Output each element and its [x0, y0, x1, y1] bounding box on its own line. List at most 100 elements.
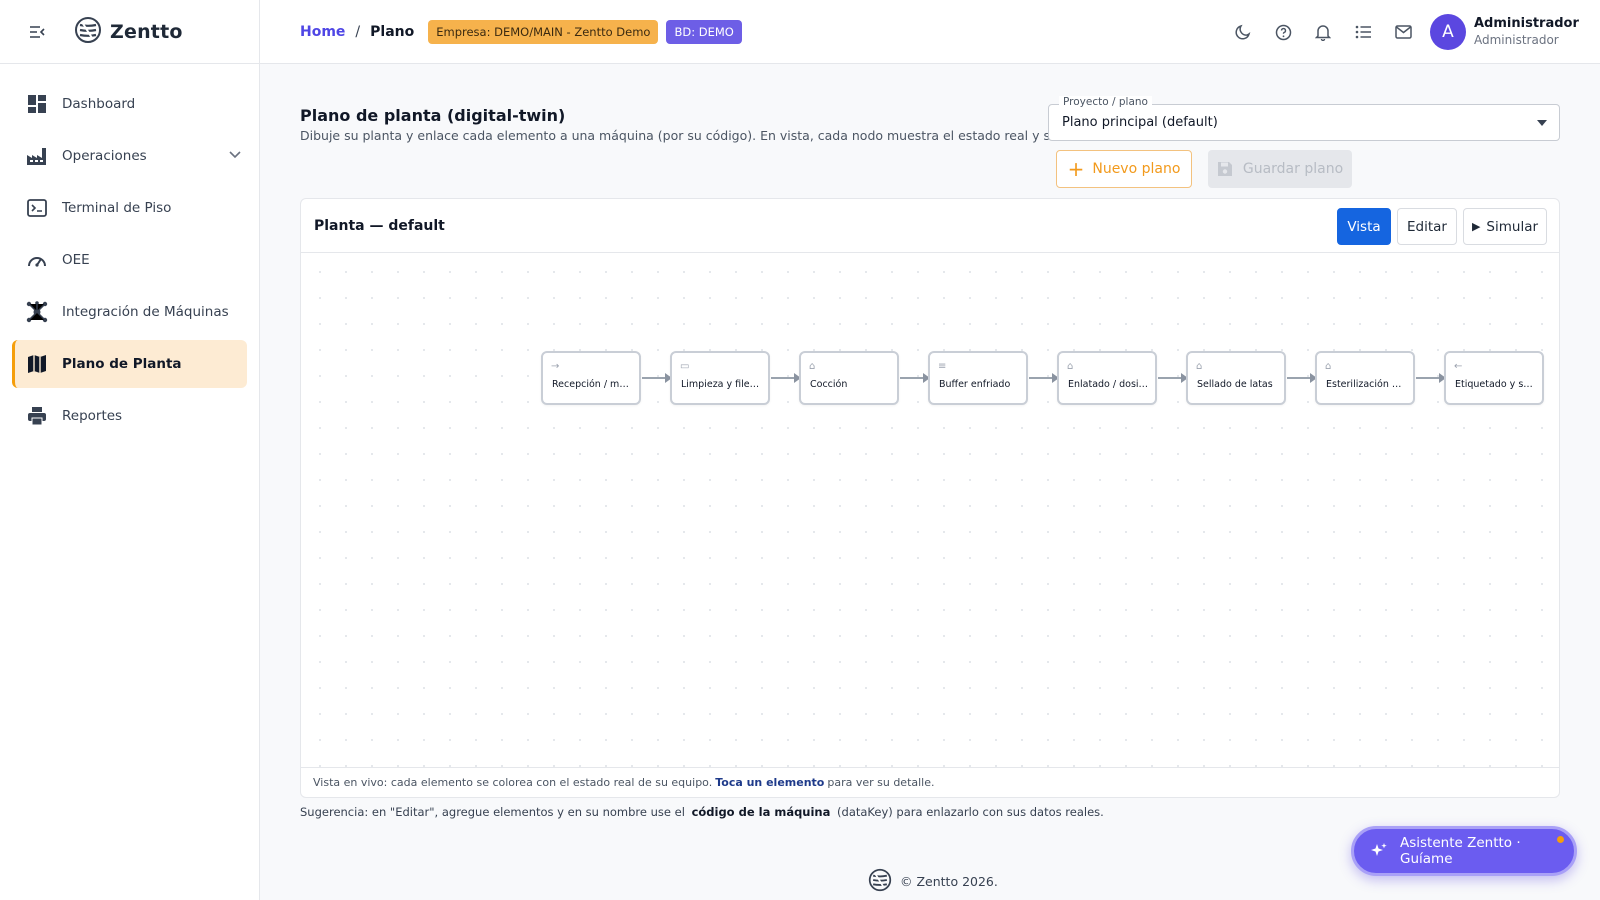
plant-node[interactable]: ⌂ Esterilización … — [1315, 351, 1415, 405]
page-footer: © Zentto 2026. — [868, 868, 998, 895]
plant-node[interactable]: → Recepción / mat… — [541, 351, 641, 405]
help-icon[interactable] — [1274, 23, 1292, 41]
flow-connector — [771, 373, 801, 383]
sidebar-item-label: OEE — [62, 252, 90, 268]
plant-node[interactable]: ▭ Limpieza y file… — [670, 351, 770, 405]
page-title: Plano de planta (digital-twin) — [300, 106, 566, 125]
mode-toggle: Vista Editar ▶ Simular — [1337, 208, 1547, 245]
gauge-icon — [26, 249, 48, 271]
node-label: Sellado de latas — [1197, 379, 1273, 390]
sidebar-item-terminal-de-piso[interactable]: Terminal de Piso — [12, 184, 247, 232]
machine-icon: ⌂ — [1067, 361, 1074, 372]
breadcrumb-home-link[interactable]: Home — [300, 24, 345, 40]
task-list-icon[interactable] — [1354, 23, 1372, 41]
dark-mode-moon-icon[interactable] — [1234, 23, 1252, 41]
collapse-menu-icon[interactable] — [26, 21, 48, 43]
node-label: Enlatado / dosi… — [1068, 379, 1149, 390]
live-view-note-suffix: para ver su detalle. — [827, 776, 935, 789]
plant-title: Planta — default — [314, 217, 445, 234]
sidebar-item-label: Dashboard — [62, 96, 136, 112]
machine-icon: ⌂ — [1196, 361, 1203, 372]
map-icon — [26, 353, 48, 375]
flow-connector — [900, 373, 930, 383]
view-mode-button[interactable]: Vista — [1337, 208, 1391, 245]
arrow-in-icon: → — [551, 361, 560, 372]
chevron-down-icon[interactable] — [229, 147, 241, 163]
save-disk-icon — [1217, 161, 1233, 177]
sidebar-item-integracion-maquinas[interactable]: Integración de Máquinas — [12, 288, 247, 336]
hint-prefix: Sugerencia: en "Editar", agregue element… — [300, 805, 685, 819]
new-plan-button[interactable]: + Nuevo plano — [1056, 150, 1192, 188]
sidebar-item-label: Operaciones — [62, 148, 147, 164]
plant-node[interactable]: ← Etiquetado y sa… — [1444, 351, 1544, 405]
copyright: © Zentto 2026. — [900, 874, 998, 889]
edit-mode-button[interactable]: Editar — [1397, 208, 1457, 245]
sidebar: Zentto Dashboard Operaciones Terminal de… — [0, 0, 260, 900]
database-badge: BD: DEMO — [666, 19, 742, 44]
user-name: Administrador — [1474, 16, 1579, 31]
sidebar-item-label: Terminal de Piso — [62, 200, 172, 216]
caret-down-icon — [1537, 120, 1547, 126]
top-bar: Home / Plano Empresa: DEMO/MAIN - Zentto… — [260, 0, 1600, 64]
plant-node[interactable]: ⌂ Cocción — [799, 351, 899, 405]
dashboard-icon — [26, 93, 48, 115]
sidebar-item-label: Reportes — [62, 408, 123, 424]
flow-connector — [1158, 373, 1188, 383]
node-label: Buffer enfriado — [939, 379, 1011, 390]
user-menu[interactable]: A Administrador Administrador — [1430, 14, 1579, 50]
sidebar-item-operaciones[interactable]: Operaciones — [12, 132, 247, 180]
flow-connector — [1029, 373, 1059, 383]
project-select[interactable]: Proyecto / plano Plano principal (defaul… — [1048, 96, 1560, 141]
plant-card-footer: Vista en vivo: cada elemento se colorea … — [301, 767, 1559, 797]
node-label: Etiquetado y sa… — [1455, 379, 1537, 390]
zentto-logo-icon — [74, 16, 102, 48]
save-plan-label: Guardar plano — [1242, 161, 1344, 177]
node-label: Esterilización … — [1326, 379, 1402, 390]
hint-bold: código de la máquina — [691, 805, 831, 819]
plant-canvas[interactable]: → Recepción / mat… ▭ Limpieza y file… ⌂ Coc… — [301, 253, 1559, 769]
plant-card: Planta — default Vista Editar ▶ Simular … — [300, 198, 1560, 798]
live-view-note: Vista en vivo: cada elemento se colorea … — [313, 776, 713, 789]
assistant-button[interactable]: Asistente Zentto · Guíame — [1351, 826, 1577, 876]
sparkle-icon — [1370, 842, 1388, 860]
plant-node[interactable]: ⌂ Enlatado / dosi… — [1057, 351, 1157, 405]
sidebar-item-plano-de-planta[interactable]: Plano de Planta — [12, 340, 247, 388]
node-label: Cocción — [810, 379, 848, 390]
machine-icon: ⌂ — [809, 361, 816, 372]
breadcrumb-separator: / — [355, 23, 361, 40]
sidebar-item-reportes[interactable]: Reportes — [12, 392, 247, 440]
sidebar-header: Zentto — [0, 0, 259, 64]
page-subtitle: Dibuje su planta y enlace cada elemento … — [300, 128, 1092, 143]
assistant-label: Asistente Zentto · Guíame — [1400, 835, 1521, 867]
suggestion-hint: Sugerencia: en "Editar", agregue element… — [300, 805, 1104, 819]
top-actions — [1234, 0, 1412, 64]
sidebar-item-oee[interactable]: OEE — [12, 236, 247, 284]
node-label: Recepción / mat… — [552, 379, 634, 390]
notifications-bell-icon[interactable] — [1314, 23, 1332, 41]
terminal-icon — [26, 197, 48, 219]
avatar[interactable]: A — [1430, 14, 1466, 50]
simulate-button[interactable]: ▶ Simular — [1463, 208, 1547, 245]
plant-card-header: Planta — default Vista Editar ▶ Simular — [301, 199, 1559, 253]
live-view-note-bold: Toca un elemento — [715, 776, 825, 789]
app-name: Zentto — [110, 20, 183, 43]
plant-node[interactable]: ⌂ Sellado de latas — [1186, 351, 1286, 405]
breadcrumb: Home / Plano — [300, 24, 414, 40]
app-logo[interactable]: Zentto — [74, 16, 183, 48]
sidebar-item-label: Plano de Planta — [62, 356, 182, 372]
notification-dot — [1557, 836, 1564, 843]
mail-icon[interactable] — [1394, 23, 1412, 41]
flow-connector — [1287, 373, 1317, 383]
new-plan-label: Nuevo plano — [1092, 161, 1181, 177]
sidebar-item-dashboard[interactable]: Dashboard — [12, 80, 247, 128]
project-select-value: Plano principal (default) — [1062, 115, 1218, 130]
sidebar-item-label: Integración de Máquinas — [62, 304, 229, 320]
user-info: Administrador Administrador — [1474, 16, 1579, 48]
play-icon: ▶ — [1471, 220, 1481, 233]
plant-node[interactable]: ≡ Buffer enfriado — [928, 351, 1028, 405]
zentto-footer-logo-icon — [868, 868, 892, 895]
sidebar-nav: Dashboard Operaciones Terminal de Piso O… — [0, 64, 259, 440]
simulate-label: Simular — [1486, 218, 1539, 235]
save-plan-button[interactable]: Guardar plano — [1208, 150, 1352, 188]
node-label: Limpieza y file… — [681, 379, 760, 390]
